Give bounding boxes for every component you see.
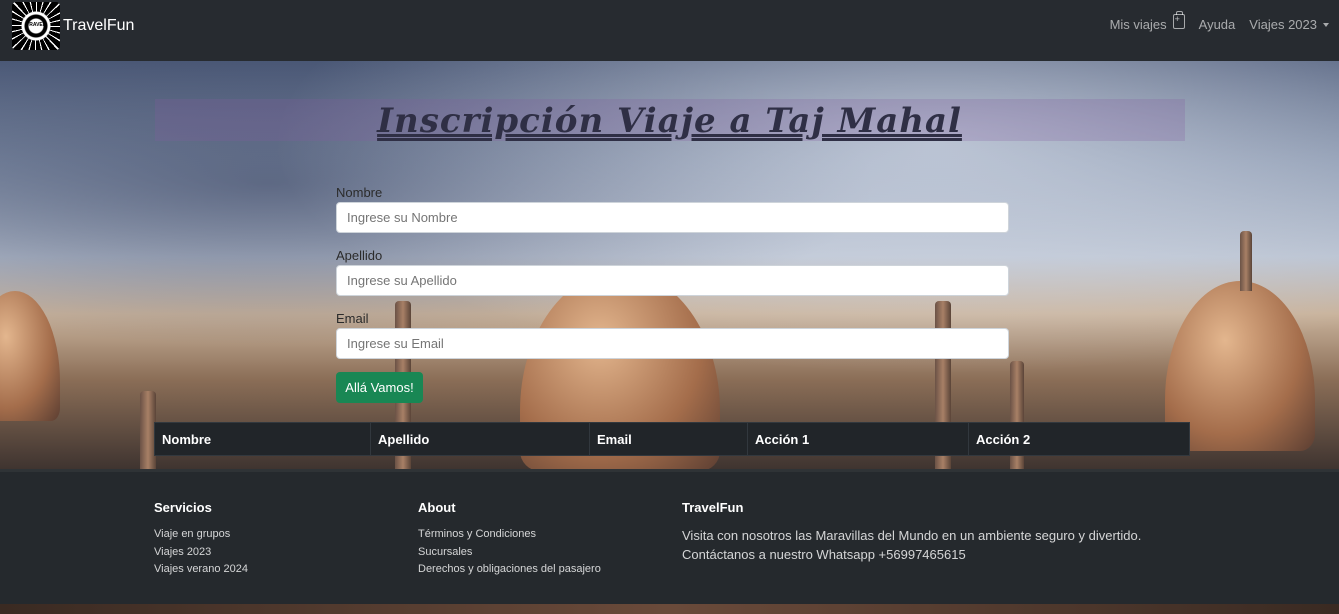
footer-description: Visita con nosotros las Maravillas del M… [682,528,1142,543]
table-header-apellido: Apellido [371,423,590,455]
apellido-label: Apellido [336,248,383,263]
footer-heading: TravelFun [682,500,744,515]
footer-link[interactable]: Viaje en grupos [154,526,248,544]
registrations-table: Nombre Apellido Email Acción 1 Acción 2 [154,422,1190,456]
email-label: Email [336,311,369,326]
footer-about: About Términos y Condiciones Sucursales … [418,500,601,579]
hero-section: Inscripción Viaje a Taj Mahal Nombre Ape… [0,61,1339,469]
navbar: TRAVEL TravelFun Mis viajes Ayuda Viajes… [0,0,1339,61]
brand-logo[interactable]: TRAVEL [12,2,60,50]
footer-link[interactable]: Sucursales [418,544,601,562]
table-header-accion-2: Acción 2 [976,432,1031,447]
nombre-label: Nombre [336,185,383,200]
footer-heading: Servicios [154,500,212,515]
table-header-accion-1: Acción 1 [748,423,969,455]
nav-link-label: Mis viajes [1109,17,1167,32]
brand-name[interactable]: TravelFun [63,17,134,35]
nav-link-ayuda[interactable]: Ayuda [1199,17,1236,32]
suitcase-plus-icon [1172,11,1185,29]
footer-link[interactable]: Viajes verano 2024 [154,561,248,579]
submit-button[interactable]: Allá Vamos! [336,372,423,403]
nav-dropdown-viajes-2023[interactable]: Viajes 2023 [1249,17,1329,32]
footer-link[interactable]: Derechos y obligaciones del pasajero [418,561,601,579]
email-input[interactable] [336,328,1009,359]
apellido-input[interactable] [336,265,1009,296]
caret-down-icon [1323,22,1329,27]
nav-links: Mis viajes Ayuda Viajes 2023 [1096,11,1329,32]
footer-link[interactable]: Viajes 2023 [154,544,248,562]
nombre-input[interactable] [336,202,1009,233]
nav-link-mis-viajes[interactable]: Mis viajes [1109,11,1185,32]
logo-text: TRAVEL [26,22,46,28]
footer-heading: About [418,500,456,515]
page-title: Inscripción Viaje a Taj Mahal [377,101,962,141]
footer-travelfun: TravelFun Visita con nosotros las Maravi… [682,500,1141,564]
registration-form: Nombre Apellido Email [336,185,1009,374]
footer-servicios: Servicios Viaje en grupos Viajes 2023 Vi… [154,500,248,579]
table-header-nombre: Nombre [155,423,371,455]
table-header-email: Email [590,423,748,455]
nav-link-label: Viajes 2023 [1249,17,1317,32]
nav-link-label: Ayuda [1198,17,1236,32]
footer: Servicios Viaje en grupos Viajes 2023 Vi… [0,469,1339,604]
footer-link[interactable]: Términos y Condiciones [418,526,601,544]
minaret [1240,231,1252,291]
bottom-strip [0,604,1339,614]
footer-contact: Contáctanos a nuestro Whatsapp +56997465… [682,547,966,562]
